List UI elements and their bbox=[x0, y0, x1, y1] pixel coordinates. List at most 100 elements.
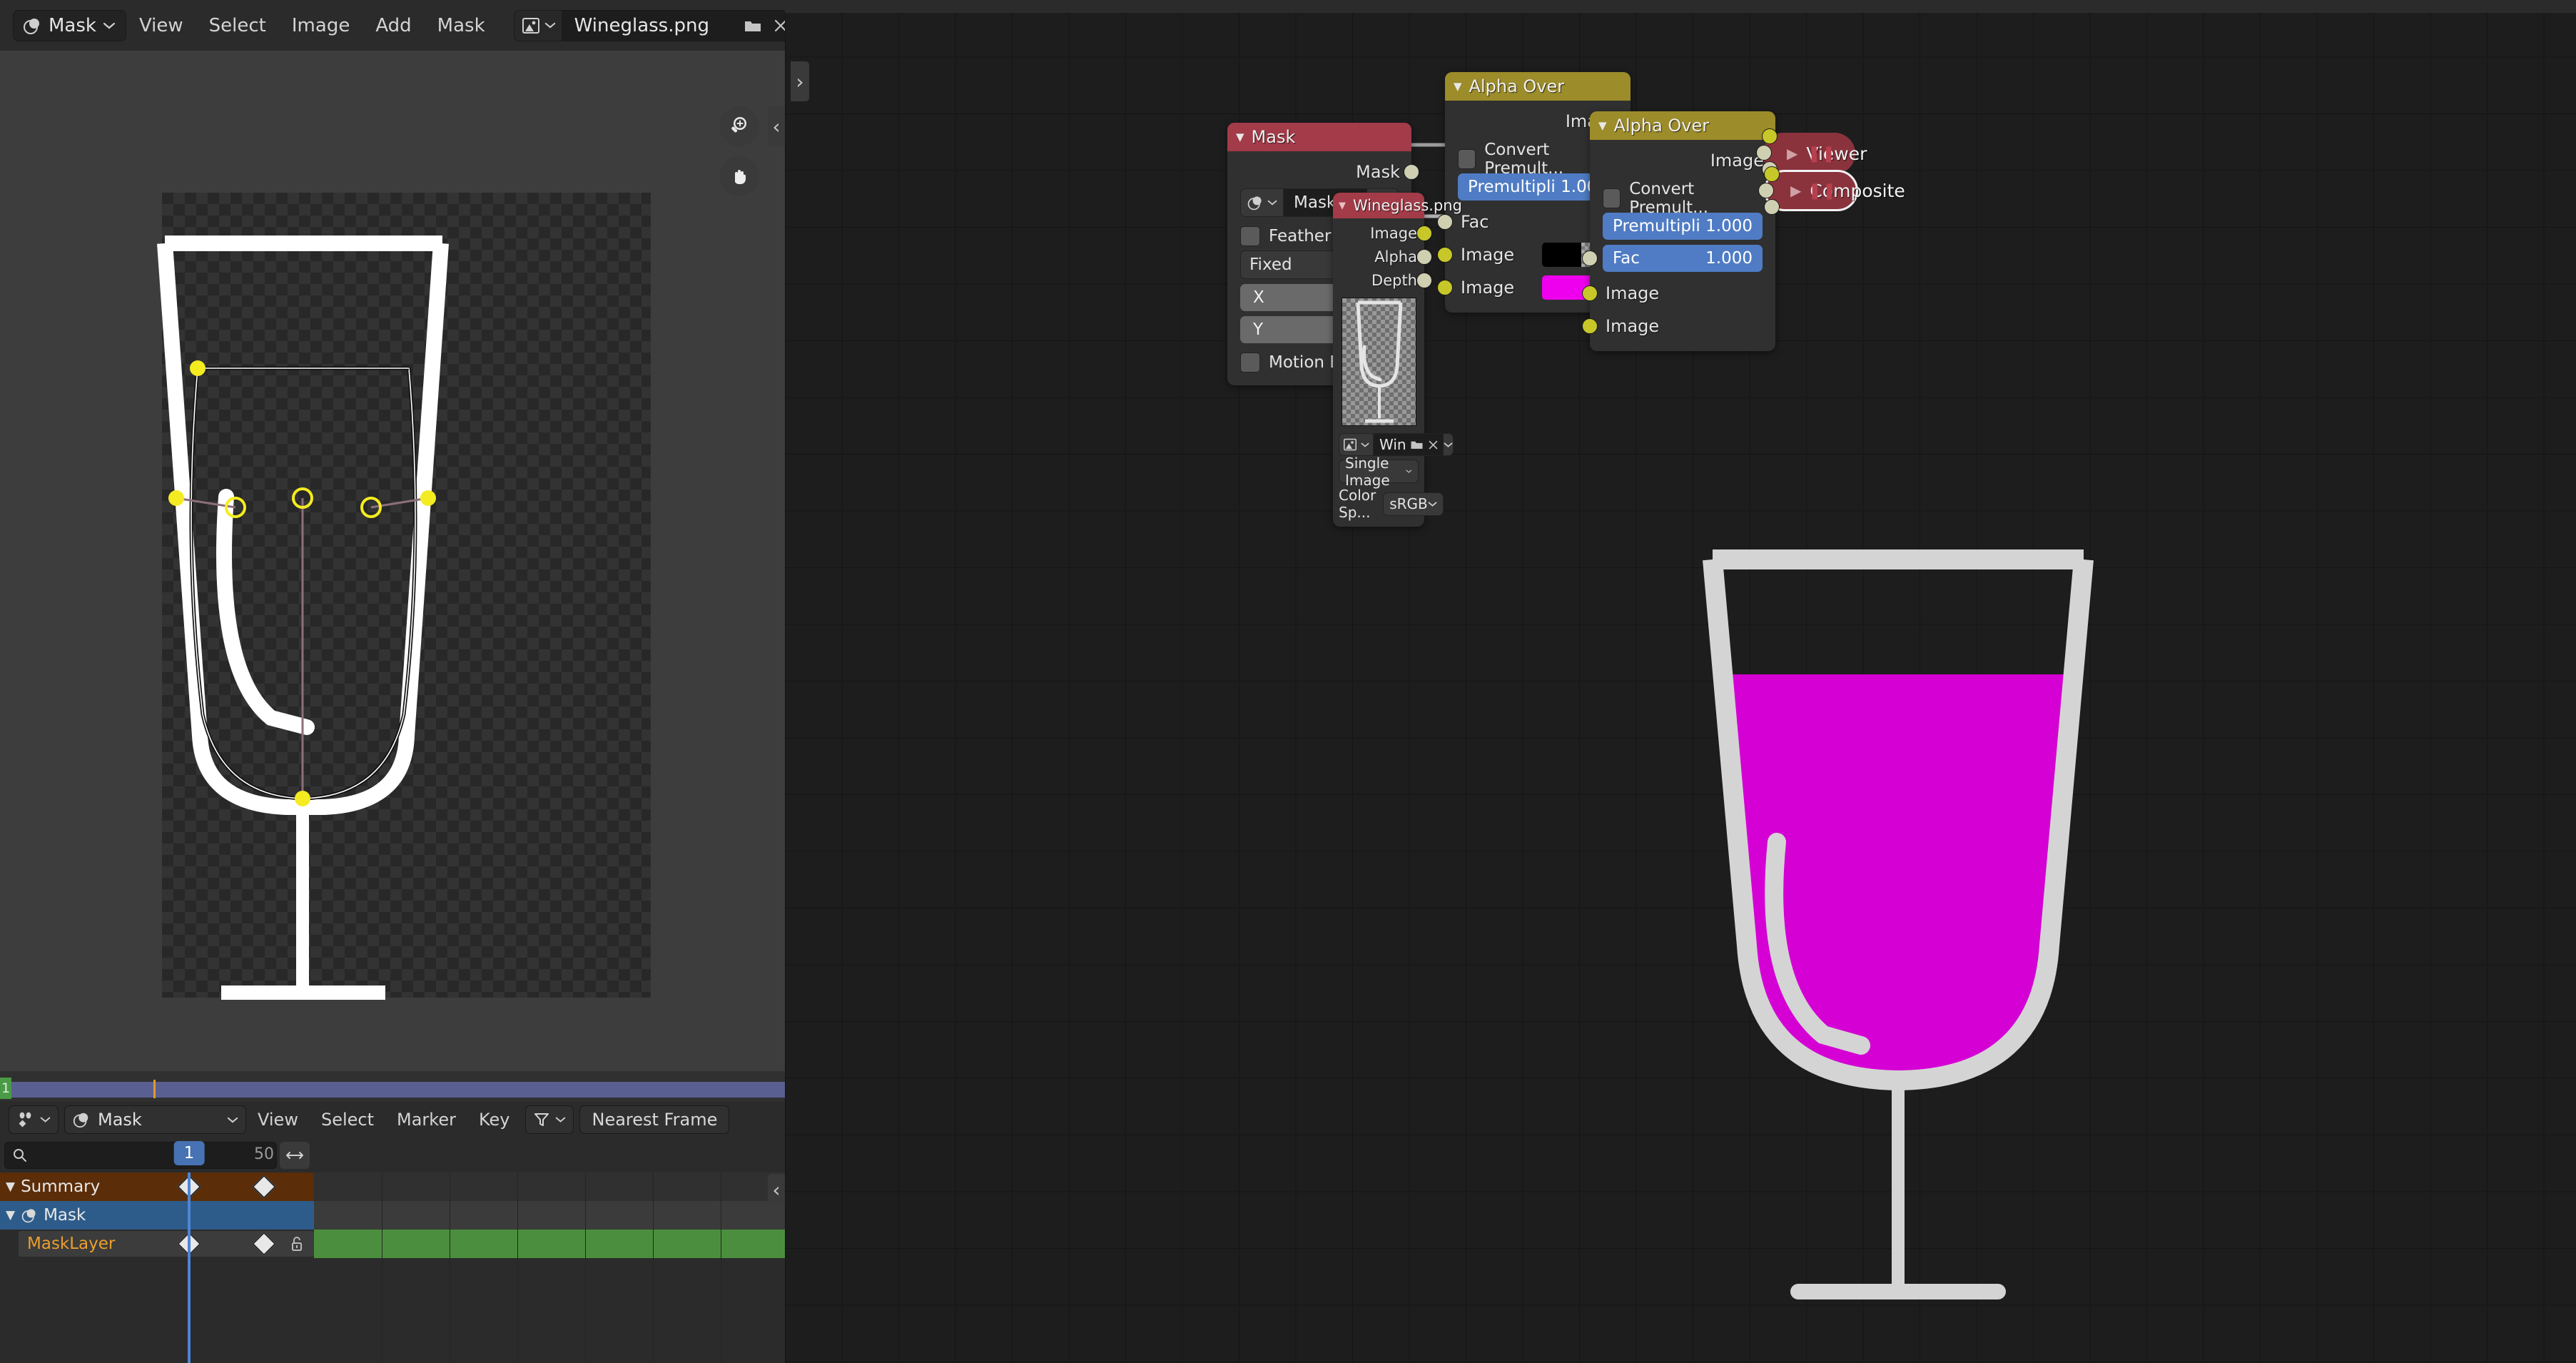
play-icon[interactable]: ▶ bbox=[1787, 145, 1797, 162]
img-colorspace-dropdown[interactable]: sRGB bbox=[1383, 492, 1444, 516]
image-name-field[interactable]: Wineglass.png bbox=[561, 9, 797, 41]
socket-image-in[interactable] bbox=[1764, 166, 1780, 182]
socket-image-in[interactable] bbox=[1762, 128, 1778, 144]
collapse-triangle-icon[interactable]: ▼ bbox=[1236, 131, 1244, 143]
socket-label: Image bbox=[1461, 245, 1515, 265]
frame-strip-playhead[interactable] bbox=[153, 1080, 156, 1098]
dopesheet-search-box[interactable] bbox=[4, 1142, 277, 1169]
expand-triangle-icon[interactable]: ▼ bbox=[6, 1208, 15, 1222]
current-frame-badge[interactable]: 1 bbox=[173, 1141, 205, 1165]
channel-mask[interactable]: ▼ Mask bbox=[0, 1201, 314, 1230]
mask-datablock-selector[interactable] bbox=[1240, 188, 1283, 217]
ao2-input-image-2[interactable]: Image bbox=[1582, 310, 1775, 343]
socket-image-in[interactable] bbox=[1582, 318, 1598, 334]
socket-alpha-out[interactable] bbox=[1416, 248, 1432, 265]
frame-range-strip[interactable]: 1 bbox=[0, 1071, 785, 1099]
node-image-header[interactable]: ▼ Wineglass.png bbox=[1333, 193, 1462, 218]
dopesheet-sort-button[interactable] bbox=[280, 1142, 310, 1169]
socket-z-in[interactable] bbox=[1764, 199, 1780, 215]
socket-image-in[interactable] bbox=[1437, 280, 1453, 295]
dopesheet-sidebar-toggle[interactable]: ‹ bbox=[768, 1174, 785, 1205]
zoom-in-gizmo[interactable] bbox=[719, 106, 759, 146]
mask-editor-header: Mask View Select Image Add Mask Wineglas… bbox=[0, 0, 797, 51]
node-mask-output-mask[interactable]: Mask bbox=[1227, 156, 1419, 188]
ao2-convert-premult-row[interactable]: Convert Premult... bbox=[1603, 180, 1763, 217]
pause-icon[interactable]: ❚❚ bbox=[1807, 145, 1837, 163]
dopesheet-playhead[interactable] bbox=[188, 1172, 191, 1363]
compositor-pane[interactable]: › ▼ Mask Mask Mask Feather Fixed X Y Mot… bbox=[785, 0, 2576, 1363]
socket-label: Image bbox=[1606, 316, 1660, 336]
img-output-image[interactable]: Image bbox=[1333, 221, 1432, 245]
node-mask-header[interactable]: ▼ Mask bbox=[1227, 123, 1411, 151]
dopesheet-menu-key[interactable]: Key bbox=[467, 1110, 522, 1130]
node-alpha-over-1-header[interactable]: ▼ Alpha Over bbox=[1445, 72, 1631, 101]
unlock-icon[interactable] bbox=[287, 1235, 305, 1253]
keyrow-masklayer[interactable] bbox=[314, 1230, 785, 1258]
socket-alpha-in[interactable] bbox=[1756, 145, 1772, 161]
ao2-output-image[interactable]: Image bbox=[1590, 144, 1783, 177]
play-icon[interactable]: ▶ bbox=[1790, 182, 1801, 199]
collapse-triangle-icon[interactable]: ▼ bbox=[1598, 119, 1607, 132]
dopesheet-editor-type-button[interactable] bbox=[9, 1105, 59, 1134]
dopesheet-menu-view[interactable]: View bbox=[246, 1110, 310, 1130]
compositor-sidebar-toggle[interactable]: › bbox=[791, 61, 809, 101]
img-source-dropdown[interactable]: Single Image bbox=[1339, 455, 1419, 489]
folder-icon[interactable] bbox=[1410, 439, 1424, 450]
convert-premult-checkbox[interactable] bbox=[1603, 188, 1621, 208]
x-icon[interactable] bbox=[1427, 439, 1439, 451]
mask-sidebar-toggle[interactable]: ‹ bbox=[768, 106, 785, 146]
node-image-preview bbox=[1341, 298, 1416, 426]
img-output-alpha[interactable]: Alpha bbox=[1333, 245, 1432, 268]
menu-image[interactable]: Image bbox=[279, 15, 362, 36]
dopesheet-ruler[interactable]: 50 1 bbox=[173, 1138, 785, 1172]
chevron-down-icon bbox=[1428, 501, 1437, 507]
convert-premult-checkbox[interactable] bbox=[1458, 149, 1476, 169]
collapse-triangle-icon[interactable]: ▼ bbox=[1339, 201, 1346, 211]
expand-triangle-icon[interactable]: ▼ bbox=[6, 1180, 15, 1194]
folder-icon[interactable] bbox=[744, 18, 762, 34]
node-composite[interactable]: ▶ Composite ❚❚ bbox=[1758, 166, 1905, 215]
socket-alpha-in[interactable] bbox=[1758, 183, 1774, 198]
dopesheet-menu-select[interactable]: Select bbox=[310, 1110, 385, 1130]
socket-image-out[interactable] bbox=[1416, 225, 1432, 241]
collapse-triangle-icon[interactable]: ▼ bbox=[1454, 80, 1462, 93]
socket-fac-in[interactable] bbox=[1582, 250, 1598, 266]
ao2-input-image-1[interactable]: Image bbox=[1582, 277, 1775, 310]
compositor-backdrop-render bbox=[1703, 549, 2094, 1299]
feather-checkbox[interactable] bbox=[1240, 226, 1260, 246]
pan-gizmo[interactable] bbox=[719, 156, 759, 196]
mask-icon bbox=[24, 18, 39, 34]
mask-editor-canvas[interactable]: ‹ bbox=[0, 51, 785, 1071]
dopesheet-mode-dropdown[interactable]: Mask bbox=[64, 1105, 246, 1134]
funnel-icon bbox=[534, 1113, 549, 1126]
ao2-fac-slider[interactable]: Fac 1.000 bbox=[1582, 245, 1763, 272]
dopesheet-filter-button[interactable] bbox=[525, 1105, 574, 1134]
node-alpha-over-2-header[interactable]: ▼ Alpha Over bbox=[1590, 111, 1775, 140]
menu-view[interactable]: View bbox=[126, 15, 196, 36]
socket-fac-in[interactable] bbox=[1437, 214, 1453, 230]
menu-mask[interactable]: Mask bbox=[425, 15, 498, 36]
socket-depth-out[interactable] bbox=[1416, 272, 1432, 288]
img-output-depth[interactable]: Depth bbox=[1333, 268, 1432, 292]
image-datablock-selector[interactable] bbox=[513, 9, 562, 41]
socket-image-in[interactable] bbox=[1437, 247, 1453, 263]
dopesheet-menu-marker[interactable]: Marker bbox=[385, 1110, 467, 1130]
keyrow-summary[interactable] bbox=[314, 1172, 785, 1201]
motion-blur-checkbox[interactable] bbox=[1240, 353, 1260, 373]
menu-select[interactable]: Select bbox=[196, 15, 279, 36]
pause-icon[interactable]: ❚❚ bbox=[1808, 182, 1837, 200]
dopesheet-search-input[interactable] bbox=[34, 1147, 269, 1164]
img-datablock-more[interactable] bbox=[1443, 433, 1454, 456]
img-datablock-selector[interactable] bbox=[1339, 433, 1373, 456]
socket-image-in[interactable] bbox=[1582, 285, 1598, 301]
img-datablock-name[interactable]: Win bbox=[1373, 433, 1444, 456]
snap-mode-button[interactable]: Nearest Frame bbox=[579, 1105, 730, 1134]
menu-add[interactable]: Add bbox=[362, 15, 424, 36]
mask-editor-mode-button[interactable]: Mask bbox=[13, 9, 126, 41]
dopesheet-keyframe-grid[interactable]: ‹ bbox=[177, 1172, 785, 1363]
ao2-premultiply-slider[interactable]: Premultipli 1.000 bbox=[1603, 213, 1763, 240]
node-image-wineglass[interactable]: ▼ Wineglass.png Image Alpha Depth Win Si… bbox=[1333, 193, 1462, 527]
keyrow-mask[interactable] bbox=[314, 1201, 785, 1230]
socket-mask-out[interactable] bbox=[1404, 164, 1419, 180]
node-alpha-over-2[interactable]: ▼ Alpha Over Image Convert Premult... Pr… bbox=[1582, 111, 1783, 351]
